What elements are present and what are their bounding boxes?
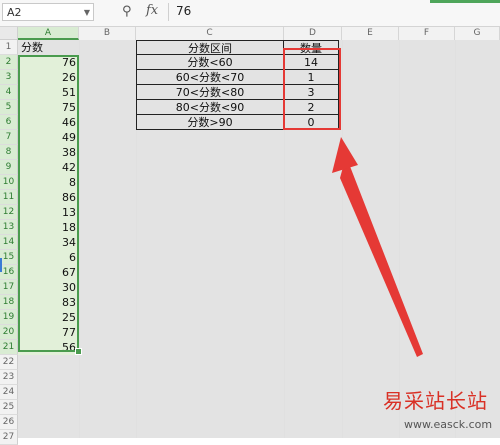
arrow-head — [332, 137, 358, 173]
arrow-shaft — [340, 156, 423, 357]
watermark-text: 易采站长站 — [383, 389, 488, 413]
annotation-arrow — [332, 137, 423, 357]
watermark-url: www.easck.com — [404, 418, 493, 431]
side-indicator — [0, 258, 2, 272]
